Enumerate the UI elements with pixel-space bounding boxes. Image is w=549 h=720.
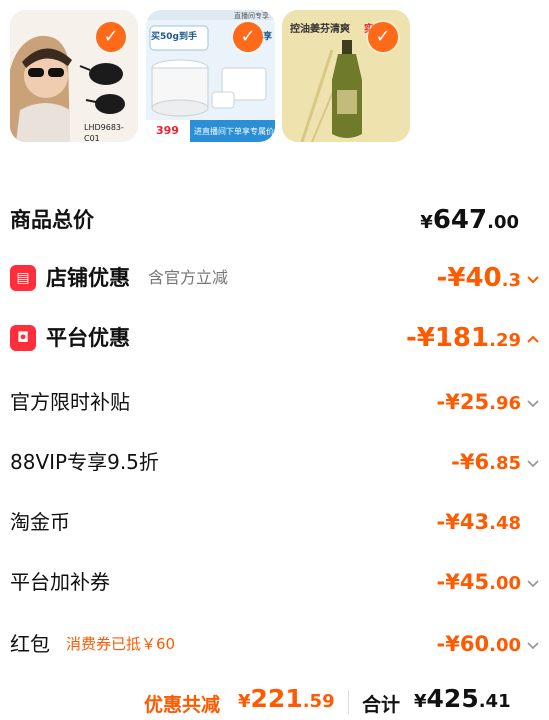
product-thumbnail-cream[interactable]: 买50g到手 再享 直播间专享 399 进直播间下单享专属价 ✓ xyxy=(146,10,275,142)
platform-item-row[interactable]: 淘金币 -¥43.48 xyxy=(0,498,549,546)
total-price-label: 商品总价 xyxy=(10,208,94,232)
grand-total-amount: ¥425.41 xyxy=(414,684,511,713)
selected-check-icon[interactable]: ✓ xyxy=(96,22,126,52)
platform-coupon-icon: ◘ xyxy=(10,325,36,351)
shop-discount-label: 店铺优惠 xyxy=(46,266,130,290)
cream-promo-top: 买50g到手 xyxy=(151,32,197,42)
selected-check-icon[interactable]: ✓ xyxy=(368,22,398,52)
chevron-down-icon[interactable] xyxy=(525,271,541,287)
platform-item-amount: -¥25.96 xyxy=(436,390,521,414)
platform-item-note: 消费券已抵￥60 xyxy=(66,635,176,653)
platform-item-row[interactable]: 平台加补券 -¥45.00 xyxy=(0,558,549,606)
platform-item-label: 平台加补券 xyxy=(10,570,110,594)
platform-discount-row[interactable]: ◘ 平台优惠 -¥181.29 xyxy=(0,314,549,362)
chevron-up-icon[interactable] xyxy=(525,331,541,347)
platform-discount-label: 平台优惠 xyxy=(46,326,130,350)
total-discount-amount: ¥221.59 xyxy=(238,684,335,713)
platform-item-amount: -¥43.48 xyxy=(436,510,521,534)
product-thumbnail-shampoo[interactable]: 控油姜芬清爽 实惠 ✓ xyxy=(282,10,410,142)
platform-item-label: 官方限时补贴 xyxy=(10,390,130,414)
platform-item-amount: -¥6.85 xyxy=(451,450,521,474)
platform-item-amount: -¥45.00 xyxy=(436,570,521,594)
total-price-row: 商品总价 ¥647.00 xyxy=(0,196,549,244)
grand-total-label: 合计 xyxy=(362,694,401,716)
shop-discount-amount: -¥40.3 xyxy=(436,263,521,293)
store-icon: ▤ xyxy=(10,265,36,291)
platform-item-label: 淘金币 xyxy=(10,510,70,534)
cream-badge: 直播间专享 xyxy=(234,12,269,20)
selected-products-strip: LHD9683-C01 ✓ 买50g到手 再享 直播间专享 399 进直播间下单… xyxy=(0,0,549,150)
shop-discount-sub: 含官方立减 xyxy=(148,268,229,287)
platform-item-label: 88VIP专享9.5折 xyxy=(10,450,159,474)
chevron-down-icon[interactable] xyxy=(525,575,541,591)
chevron-down-icon[interactable] xyxy=(525,455,541,471)
shop-discount-row[interactable]: ▤ 店铺优惠 含官方立减 -¥40.3 xyxy=(0,254,549,302)
platform-item-row[interactable]: 官方限时补贴 -¥25.96 xyxy=(0,378,549,426)
shampoo-headline: 控油姜芬清爽 xyxy=(290,24,350,35)
platform-item-row[interactable]: 88VIP专享9.5折 -¥6.85 xyxy=(0,438,549,486)
chevron-down-icon[interactable] xyxy=(525,637,541,653)
platform-discount-amount: -¥181.29 xyxy=(405,323,521,353)
footer-totals: 优惠共减 ¥221.59 合计 ¥425.41 xyxy=(0,684,549,720)
divider xyxy=(348,690,349,714)
platform-item-label: 红包 xyxy=(10,632,50,656)
total-price-amount: ¥647.00 xyxy=(420,205,519,235)
product-thumbnail-sunglasses[interactable]: LHD9683-C01 ✓ xyxy=(10,10,138,142)
product-model-code: LHD9683-C01 xyxy=(84,123,124,142)
chevron-down-icon[interactable] xyxy=(525,395,541,411)
platform-item-amount: -¥60.00 xyxy=(436,632,521,656)
platform-item-row[interactable]: 红包 消费券已抵￥60 -¥60.00 xyxy=(0,620,549,668)
selected-check-icon[interactable]: ✓ xyxy=(233,22,263,52)
cream-price: 399 xyxy=(156,124,179,137)
cream-cta: 进直播间下单享专属价 xyxy=(194,127,274,136)
total-discount-label: 优惠共减 xyxy=(144,694,221,716)
